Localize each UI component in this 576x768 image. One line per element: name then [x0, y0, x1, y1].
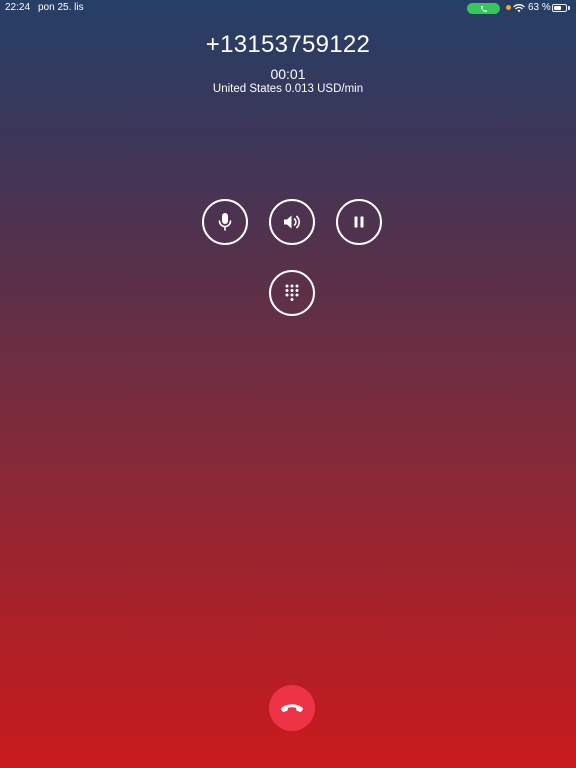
battery-percentage: 63 % [528, 2, 551, 13]
wifi-icon [513, 4, 525, 13]
speaker-button[interactable] [269, 199, 315, 245]
privacy-indicator-dot [506, 5, 511, 10]
phone-hangup-icon [281, 704, 303, 713]
keypad-icon [285, 284, 299, 301]
speaker-icon [284, 215, 300, 229]
status-bar: 22:24 pon 25. lis 63 % [0, 0, 576, 16]
status-date: pon 25. lis [38, 2, 84, 13]
battery-tip [568, 6, 570, 10]
active-call-indicator[interactable] [467, 3, 500, 14]
battery-fill [554, 6, 561, 10]
mute-button[interactable] [202, 199, 248, 245]
microphone-icon [218, 213, 232, 231]
hold-button[interactable] [336, 199, 382, 245]
battery-icon [552, 4, 567, 12]
status-time: 22:24 [5, 2, 31, 13]
keypad-button[interactable] [269, 270, 315, 316]
call-duration: 00:01 [270, 66, 306, 82]
call-phone-number: +13153759122 [205, 31, 371, 58]
phone-icon [480, 5, 487, 12]
call-rate-info: United States 0.013 USD/min [212, 83, 364, 95]
pause-icon [354, 216, 364, 228]
end-call-button[interactable] [269, 685, 315, 731]
